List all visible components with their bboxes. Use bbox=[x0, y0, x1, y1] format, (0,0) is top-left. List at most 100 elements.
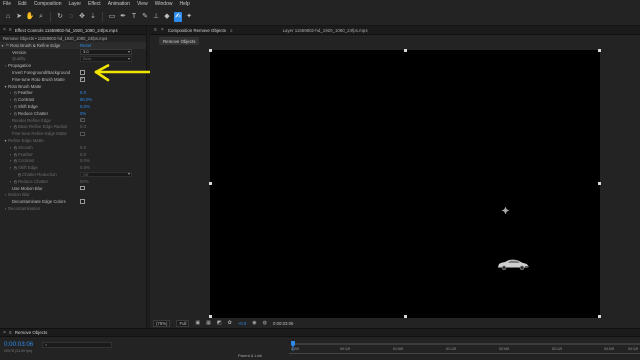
transform-handle[interactable] bbox=[598, 49, 601, 52]
pan-camera-icon[interactable]: ✥ bbox=[78, 12, 86, 22]
feather-value[interactable]: 5.0 bbox=[80, 90, 86, 95]
exposure-value[interactable]: +0.0 bbox=[238, 321, 246, 326]
refine-reduce-row: › ◴ Reduce Chatter 50% bbox=[0, 178, 146, 185]
shift-edge-label: Shift Edge bbox=[18, 104, 38, 110]
transform-handle[interactable] bbox=[209, 49, 212, 52]
zoom-dropdown[interactable]: (75%) bbox=[153, 319, 171, 327]
clone-stamp-icon[interactable]: ⊥ bbox=[152, 12, 160, 22]
menu-view[interactable]: View bbox=[137, 1, 148, 7]
transform-handle[interactable] bbox=[404, 49, 407, 52]
layer-tab[interactable]: Layer 11659802-hd_1920_1080_24fps.mp4 bbox=[283, 28, 368, 33]
refine-feather-label: Feather bbox=[18, 151, 33, 157]
composition-viewer[interactable] bbox=[209, 49, 601, 318]
transform-handle[interactable] bbox=[598, 182, 601, 185]
reduce-chatter-value[interactable]: 0% bbox=[80, 111, 86, 116]
version-dropdown[interactable]: 3.0 bbox=[80, 49, 132, 55]
smooth-value[interactable]: 0.0 bbox=[80, 145, 86, 150]
contrast-value[interactable]: 80.0% bbox=[80, 97, 92, 102]
menu-icon[interactable]: ≡ bbox=[9, 27, 12, 33]
menu-edit[interactable]: Edit bbox=[18, 1, 27, 7]
puppet-pin-icon[interactable]: ✦ bbox=[185, 12, 193, 22]
menu-icon[interactable]: ≡ bbox=[154, 27, 157, 33]
decontaminate-row: Decontaminate Edge Colors bbox=[0, 198, 146, 205]
menu-file[interactable]: File bbox=[3, 1, 11, 7]
finetune-refine-checkbox[interactable] bbox=[80, 131, 85, 136]
ruler-label: 01:00f bbox=[393, 347, 403, 351]
chatter-reduction-dropdown[interactable]: Off bbox=[80, 171, 132, 178]
decontamination-row[interactable]: › Decontamination bbox=[0, 205, 146, 212]
timeline-tab[interactable]: Remove Objects bbox=[15, 330, 47, 335]
mask-visibility-icon[interactable]: ◩ bbox=[217, 320, 222, 326]
region-of-interest-icon[interactable]: ▣ bbox=[195, 320, 200, 326]
decontamination-label: Decontamination bbox=[8, 206, 41, 212]
search-icon: ⌕ bbox=[45, 342, 48, 347]
refine-reduce-label: Reduce Chatter bbox=[18, 178, 49, 184]
ruler-label: 03:00f bbox=[604, 347, 614, 351]
pen-icon[interactable]: ✒ bbox=[119, 12, 127, 22]
render-refine-row: Render Refine Edge bbox=[0, 117, 146, 124]
hand-icon[interactable]: ✋ bbox=[26, 12, 35, 22]
time-ruler[interactable]: 0:00f 00:12f 01:00f 01:12f 02:00f 02:12f… bbox=[289, 339, 640, 359]
viewer-timecode[interactable]: 0:00:03:06 bbox=[273, 321, 293, 326]
refine-feather-value[interactable]: 0.0 bbox=[80, 152, 86, 157]
zoom-icon[interactable]: ⌕ bbox=[37, 12, 45, 22]
motion-blur-row: Use Motion Blur bbox=[0, 185, 146, 192]
timeline-search-input[interactable]: ⌕ bbox=[42, 342, 112, 348]
camera-snapshot-icon[interactable]: ◉ bbox=[252, 320, 256, 326]
brush-icon[interactable]: ✎ bbox=[141, 12, 149, 22]
refine-reduce-value[interactable]: 50% bbox=[80, 179, 89, 184]
effect-name: Roto Brush & Refine Edge bbox=[10, 42, 61, 48]
roto-brush-icon[interactable]: ✍ bbox=[174, 11, 182, 22]
base-refine-value[interactable]: 0.0 bbox=[80, 124, 86, 129]
composition-tab[interactable]: Composition Remove Objects bbox=[168, 28, 226, 33]
menu-layer[interactable]: Layer bbox=[68, 1, 81, 7]
menu-window[interactable]: Window bbox=[155, 1, 173, 7]
render-refine-checkbox[interactable] bbox=[80, 117, 85, 122]
eraser-icon[interactable]: ◆ bbox=[163, 12, 171, 22]
invert-checkbox[interactable] bbox=[80, 70, 85, 75]
color-management-icon[interactable]: ✿ bbox=[228, 320, 232, 326]
anchor-point-icon[interactable] bbox=[502, 207, 509, 214]
dolly-camera-icon[interactable]: ⇣ bbox=[89, 12, 97, 22]
menu-animation[interactable]: Animation bbox=[108, 1, 130, 7]
car-image bbox=[498, 259, 529, 271]
remove-objects-subtab[interactable]: Remove Objects bbox=[159, 37, 200, 45]
transparency-grid-icon[interactable]: ▦ bbox=[206, 320, 211, 326]
rectangle-mask-icon[interactable]: ▭ bbox=[108, 12, 116, 22]
decontaminate-checkbox[interactable] bbox=[80, 199, 85, 204]
render-refine-label: Render Refine Edge bbox=[12, 117, 51, 123]
motion-blur-checkbox[interactable] bbox=[80, 185, 85, 191]
menu-composition[interactable]: Composition bbox=[34, 1, 62, 7]
menu-help[interactable]: Help bbox=[179, 1, 189, 7]
effect-controls-tab[interactable]: × ≡ Effect Controls 11659802-hd_1920_108… bbox=[0, 26, 146, 35]
work-area-bar[interactable] bbox=[291, 343, 640, 345]
menu-icon[interactable]: ≡ bbox=[9, 330, 12, 336]
refine-contrast-row: › ◴ Contrast 0.0% bbox=[0, 158, 146, 165]
timeline-timecode[interactable]: 0:00:03:06 bbox=[4, 341, 33, 348]
menu-effect[interactable]: Effect bbox=[88, 1, 101, 7]
refine-contrast-value[interactable]: 0.0% bbox=[80, 158, 90, 163]
refine-shift-value[interactable]: 0.0% bbox=[80, 165, 90, 170]
selection-arrow-icon[interactable]: ➤ bbox=[15, 12, 23, 22]
composition-panel: ≡ × Composition Remove Objects ≡ Layer 1… bbox=[150, 26, 640, 328]
resolution-dropdown[interactable]: Full bbox=[176, 319, 190, 327]
reset-link[interactable]: Reset bbox=[80, 43, 91, 48]
tools-toolbar: ⌂ ➤ ✋ ⌕ ↻ ◌ ✥ ⇣ ▭ ✒ T ✎ ⊥ ◆ ✍ ✦ bbox=[0, 8, 640, 26]
effect-header[interactable]: ▾ fx Roto Brush & Refine Edge Reset bbox=[0, 42, 146, 49]
refine-matte-row[interactable]: ▾ Refine Edge Matte bbox=[0, 137, 146, 144]
rotate-icon[interactable]: ↻ bbox=[56, 12, 64, 22]
quality-dropdown[interactable]: Best bbox=[80, 56, 132, 62]
shift-edge-value[interactable]: 0.0% bbox=[80, 104, 90, 109]
motion-blur-group-row[interactable]: › Motion Blur bbox=[0, 192, 146, 199]
transform-handle[interactable] bbox=[209, 182, 212, 185]
finetune-checkbox[interactable] bbox=[80, 76, 85, 82]
show-channel-icon[interactable]: ◍ bbox=[263, 320, 267, 326]
home-icon[interactable]: ⌂ bbox=[4, 12, 12, 22]
close-icon[interactable]: × bbox=[3, 27, 6, 33]
close-icon[interactable]: × bbox=[161, 27, 164, 33]
orbit-camera-icon[interactable]: ◌ bbox=[67, 12, 75, 22]
menu-icon[interactable]: ≡ bbox=[230, 28, 233, 33]
menu-bar: File Edit Composition Layer Effect Anima… bbox=[0, 0, 640, 8]
close-icon[interactable]: × bbox=[3, 330, 6, 336]
type-icon[interactable]: T bbox=[130, 12, 138, 22]
